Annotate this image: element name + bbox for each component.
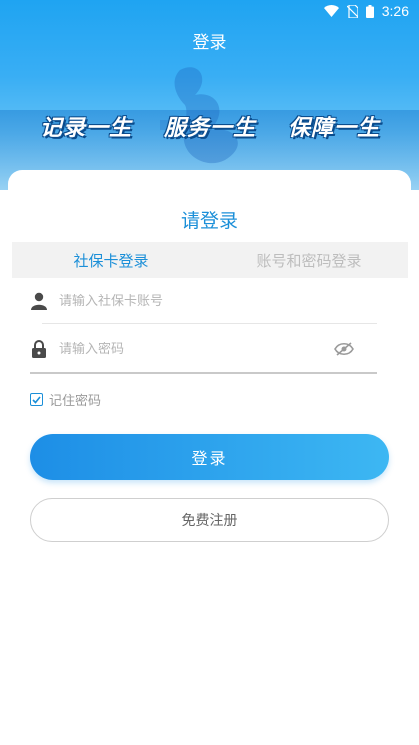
password-underline bbox=[30, 372, 377, 374]
user-icon bbox=[30, 291, 48, 311]
slogan-text-1: 记录一生 bbox=[40, 116, 133, 141]
no-sim-icon bbox=[346, 4, 358, 18]
tab-social-card-login[interactable]: 社保卡登录 bbox=[12, 242, 210, 278]
status-time: 3:26 bbox=[381, 3, 409, 19]
slogan-banner: 记录一生 服务一生 保障一生 bbox=[40, 110, 380, 142]
remember-checkbox[interactable] bbox=[30, 393, 43, 406]
wifi-icon bbox=[323, 5, 339, 17]
login-tabs: 社保卡登录 账号和密码登录 bbox=[12, 242, 408, 278]
account-field bbox=[30, 278, 377, 324]
tab-account-password-login[interactable]: 账号和密码登录 bbox=[210, 242, 408, 278]
password-input[interactable] bbox=[59, 341, 333, 357]
remember-label: 记住密码 bbox=[49, 394, 102, 409]
login-button[interactable]: 登录 bbox=[30, 434, 389, 480]
slogan-text-2: 服务一生 bbox=[163, 116, 256, 141]
account-underline bbox=[42, 323, 377, 324]
page-title: 登录 bbox=[192, 33, 227, 53]
slogan-text-3: 保障一生 bbox=[287, 116, 380, 141]
status-bar: 3:26 bbox=[0, 0, 419, 22]
account-input[interactable] bbox=[59, 293, 377, 309]
password-field bbox=[30, 326, 377, 374]
lock-icon bbox=[30, 339, 48, 359]
eye-off-icon[interactable] bbox=[333, 339, 355, 359]
remember-password[interactable]: 记住密码 bbox=[30, 390, 101, 409]
checkmark-icon bbox=[32, 395, 41, 404]
battery-icon bbox=[365, 4, 374, 18]
register-button[interactable]: 免费注册 bbox=[30, 498, 389, 542]
login-heading: 请登录 bbox=[180, 210, 238, 232]
